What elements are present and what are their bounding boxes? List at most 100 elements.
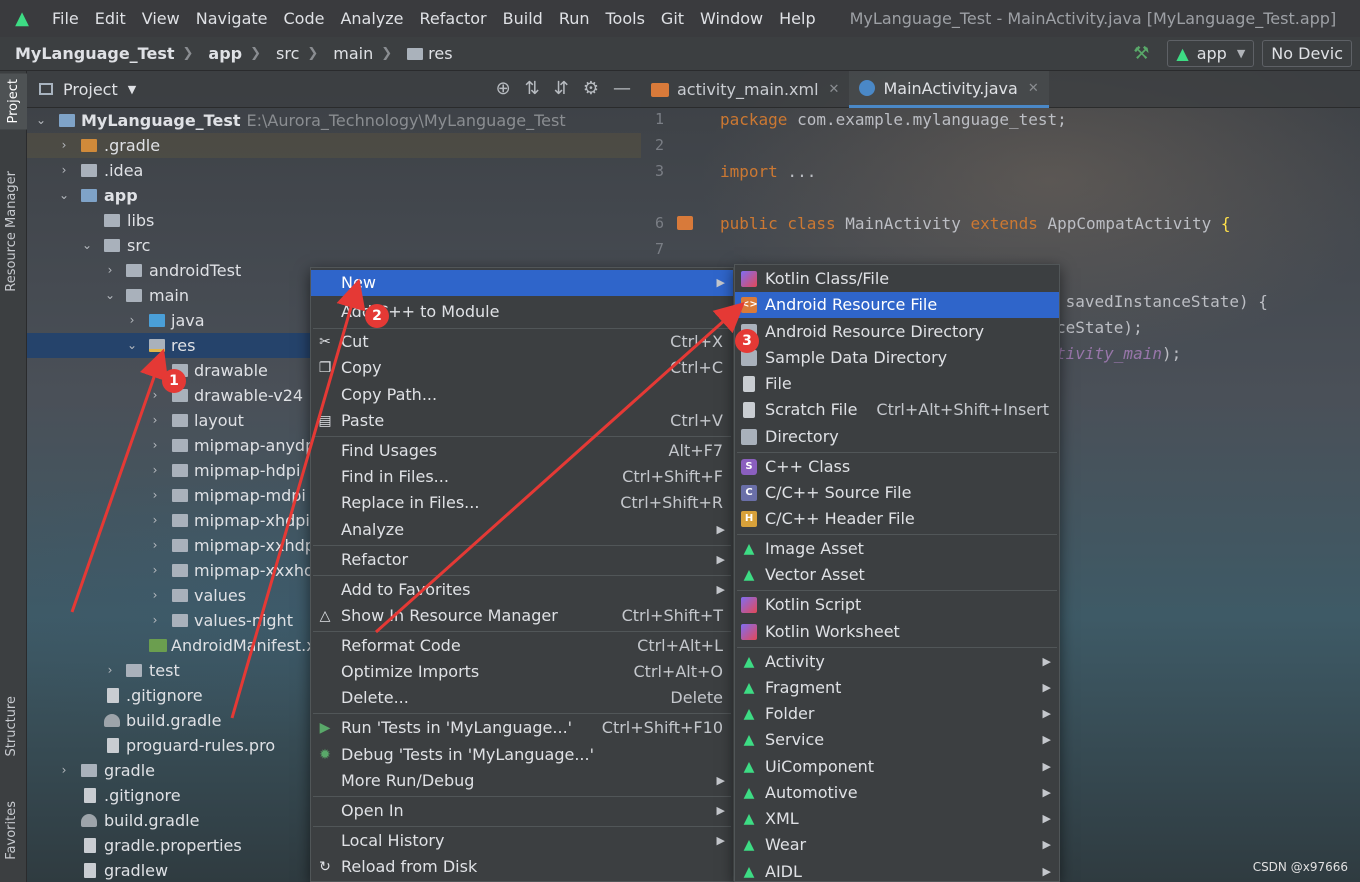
new-item-activity[interactable]: ▲ Activity ▶ <box>735 649 1059 675</box>
new-item-sample-data-directory[interactable]: Sample Data Directory <box>735 345 1059 371</box>
new-item-service[interactable]: ▲ Service ▶ <box>735 727 1059 753</box>
tree-row-root[interactable]: ⌄ MyLanguage_Test E:\Aurora_Technology\My… <box>27 108 641 133</box>
tree-row[interactable]: libs <box>27 208 641 233</box>
close-icon[interactable]: ✕ <box>829 82 840 97</box>
breadcrumb-res-item[interactable]: res <box>392 44 453 63</box>
new-item-cpp-source[interactable]: C C/C++ Source File <box>735 480 1059 506</box>
paste-icon: ▤ <box>318 413 332 429</box>
scissors-icon: ✂ <box>319 334 331 350</box>
breadcrumb-src[interactable]: src <box>261 44 299 63</box>
menu-item-find-in-files[interactable]: Find in Files... Ctrl+Shift+F <box>311 464 733 490</box>
menu-item-find-usages[interactable]: Find Usages Alt+F7 <box>311 438 733 464</box>
menu-item-copy[interactable]: ❐ Copy Ctrl+C <box>311 355 733 381</box>
new-item-kotlin-script[interactable]: Kotlin Script <box>735 592 1059 618</box>
menu-file[interactable]: File <box>44 0 87 37</box>
breadcrumb-main[interactable]: main <box>318 44 373 63</box>
menu-item-add-to-favorites[interactable]: Add to Favorites ▶ <box>311 577 733 603</box>
menu-item-reformat-code[interactable]: Reformat Code Ctrl+Alt+L <box>311 633 733 659</box>
menu-help[interactable]: Help <box>771 0 823 37</box>
minimize-icon[interactable]: — <box>613 78 631 99</box>
gear-icon[interactable]: ⚙ <box>583 78 599 99</box>
menu-edit[interactable]: Edit <box>87 0 134 37</box>
menu-item-show-in-resource-manager[interactable]: △ Show In Resource Manager Ctrl+Shift+T <box>311 603 733 629</box>
tool-tab-resource-manager[interactable]: Resource Manager <box>4 171 19 292</box>
menu-item-more-run-debug[interactable]: More Run/Debug ▶ <box>311 768 733 794</box>
tool-tab-structure[interactable]: Structure <box>4 696 19 756</box>
tool-tab-project[interactable]: Project <box>0 73 27 130</box>
folder-icon <box>172 439 188 452</box>
tree-row[interactable]: › .idea <box>27 158 641 183</box>
new-item-kotlin-class[interactable]: Kotlin Class/File <box>735 266 1059 292</box>
code-keyword: import <box>720 162 778 181</box>
collapse-all-icon[interactable]: ⇵ <box>554 78 569 99</box>
new-item-kotlin-worksheet[interactable]: Kotlin Worksheet <box>735 619 1059 645</box>
new-item-android-resource-file[interactable]: <> Android Resource File <box>735 292 1059 318</box>
project-view-select[interactable]: Project ▼ <box>39 80 136 99</box>
layout-gutter-icon[interactable] <box>677 216 693 230</box>
new-item-folder[interactable]: ▲ Folder ▶ <box>735 701 1059 727</box>
menu-view[interactable]: View <box>134 0 188 37</box>
menu-navigate[interactable]: Navigate <box>188 0 276 37</box>
menu-item-paste[interactable]: ▤ Paste Ctrl+V <box>311 408 733 434</box>
breadcrumb-app[interactable]: app <box>193 44 242 63</box>
locate-icon[interactable]: ⊕ <box>496 78 511 99</box>
hammer-icon[interactable]: ⚒ <box>1133 43 1149 64</box>
tree-row[interactable]: ⌄ src <box>27 233 641 258</box>
menu-item-open-in[interactable]: Open In ▶ <box>311 798 733 824</box>
menu-item-cut[interactable]: ✂ Cut Ctrl+X <box>311 329 733 355</box>
run-config-select[interactable]: ▲ app ▼ <box>1167 40 1255 67</box>
menu-item-copy-path[interactable]: Copy Path... <box>311 382 733 408</box>
menu-item-replace-in-files[interactable]: Replace in Files... Ctrl+Shift+R <box>311 490 733 516</box>
new-item-scratch-file[interactable]: Scratch File Ctrl+Alt+Shift+Insert <box>735 397 1059 423</box>
android-icon: ▲ <box>743 864 755 880</box>
menu-item-debug-tests[interactable]: ✹ Debug 'Tests in 'MyLanguage...' <box>311 742 733 768</box>
menu-git[interactable]: Git <box>653 0 692 37</box>
menu-tools[interactable]: Tools <box>598 0 653 37</box>
new-item-uicomponent[interactable]: ▲ UiComponent ▶ <box>735 754 1059 780</box>
new-item-xml[interactable]: ▲ XML ▶ <box>735 806 1059 832</box>
menu-item-reload-from-disk[interactable]: ↻ Reload from Disk <box>311 854 733 880</box>
menu-run[interactable]: Run <box>551 0 598 37</box>
tree-row-label: gradlew <box>104 861 169 880</box>
new-item-vector-asset[interactable]: ▲ Vector Asset <box>735 562 1059 588</box>
new-item-aidl[interactable]: ▲ AIDL ▶ <box>735 859 1059 882</box>
menu-item-refactor[interactable]: Refactor ▶ <box>311 547 733 573</box>
new-item-cpp-header[interactable]: H C/C++ Header File <box>735 506 1059 532</box>
menu-item-local-history[interactable]: Local History ▶ <box>311 828 733 854</box>
close-icon[interactable]: ✕ <box>1028 81 1039 96</box>
tab-main-activity-java[interactable]: MainActivity.java ✕ <box>849 71 1049 108</box>
folder-icon <box>81 764 97 777</box>
new-item-fragment[interactable]: ▲ Fragment ▶ <box>735 675 1059 701</box>
menu-item-run-tests[interactable]: ▶ Run 'Tests in 'MyLanguage...' Ctrl+Shift… <box>311 715 733 741</box>
line-number: 3 <box>655 162 665 180</box>
menu-separator <box>313 545 731 546</box>
menu-code[interactable]: Code <box>276 0 333 37</box>
tree-row[interactable]: › .gradle <box>27 133 641 158</box>
expand-all-icon[interactable]: ⇅ <box>525 78 540 99</box>
breadcrumb-project[interactable]: MyLanguage_Test <box>0 44 175 63</box>
new-item-android-resource-directory[interactable]: Android Resource Directory <box>735 319 1059 345</box>
run-toolbar: ⚒ ▲ app ▼ No Devic <box>1133 40 1360 67</box>
tree-row-label: .idea <box>104 161 144 180</box>
menu-build[interactable]: Build <box>495 0 551 37</box>
menu-window[interactable]: Window <box>692 0 771 37</box>
tab-activity-main-xml[interactable]: activity_main.xml ✕ <box>641 71 849 108</box>
tool-tab-favorites[interactable]: Favorites <box>4 801 19 860</box>
new-item-file[interactable]: File <box>735 371 1059 397</box>
menu-item-delete[interactable]: Delete... Delete <box>311 685 733 711</box>
device-select[interactable]: No Devic <box>1262 40 1352 67</box>
tree-row[interactable]: ⌄ app <box>27 183 641 208</box>
menu-item-new[interactable]: New ▶ <box>311 270 733 296</box>
tree-row-label: layout <box>194 411 244 430</box>
menu-refactor[interactable]: Refactor <box>412 0 495 37</box>
new-item-directory[interactable]: Directory <box>735 424 1059 450</box>
new-item-automotive[interactable]: ▲ Automotive ▶ <box>735 780 1059 806</box>
new-item-image-asset[interactable]: ▲ Image Asset <box>735 536 1059 562</box>
new-item-wear[interactable]: ▲ Wear ▶ <box>735 832 1059 858</box>
menu-analyze[interactable]: Analyze <box>332 0 411 37</box>
menu-item-label: Service <box>765 730 825 749</box>
menu-item-analyze[interactable]: Analyze ▶ <box>311 517 733 543</box>
menu-item-optimize-imports[interactable]: Optimize Imports Ctrl+Alt+O <box>311 659 733 685</box>
new-item-cpp-class[interactable]: S C++ Class <box>735 454 1059 480</box>
cpp-header-icon: H <box>741 511 757 527</box>
